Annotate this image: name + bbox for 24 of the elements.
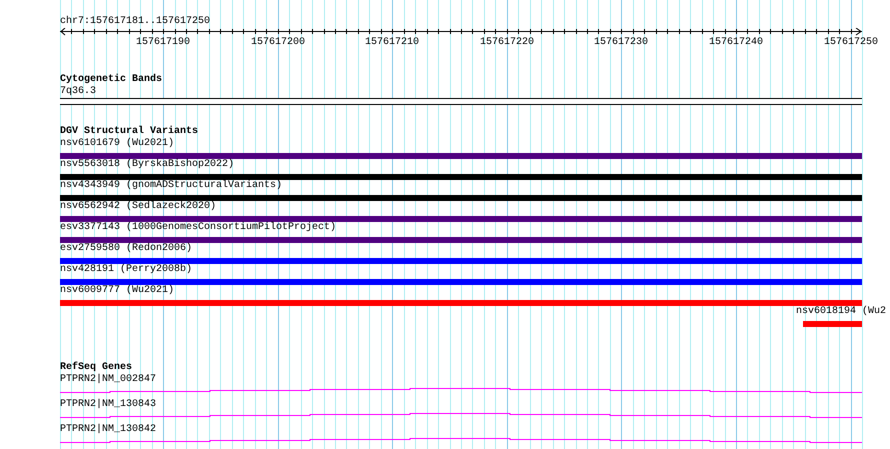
track-title: Cytogenetic Bands <box>60 74 162 86</box>
gene-label: PTPRN2|NM_130843 <box>60 399 156 411</box>
variant-label: nsv428191 (Perry2008b) <box>60 264 192 276</box>
ruler-label: 157617210 <box>365 37 419 48</box>
ruler-label: 157617190 <box>136 37 190 48</box>
gene-label: PTPRN2|NM_002847 <box>60 374 156 386</box>
variant-label: esv3377143 (1000GenomesConsortiumPilotProject) <box>60 222 336 234</box>
gene-label: PTPRN2|NM_130842 <box>60 424 156 436</box>
ruler-label: 157617240 <box>709 37 763 48</box>
band-label: 7q36.3 <box>60 86 96 98</box>
variant-label: nsv5563018 (ByrskaBishop2022) <box>60 159 234 171</box>
variant-label: nsv6009777 (Wu2021) <box>60 285 174 297</box>
location-label: chr7:157617181..157617250 <box>60 16 210 28</box>
track-title: DGV Structural Variants <box>60 126 198 138</box>
ruler-label: 157617220 <box>480 37 534 48</box>
ruler-label: 157617250 <box>824 37 878 48</box>
track-title: RefSeq Genes <box>60 362 132 374</box>
ruler-label: 157617200 <box>251 37 305 48</box>
variant-label: nsv4343949 (gnomADStructuralVariants) <box>60 180 282 192</box>
variant-label: nsv6101679 (Wu2021) <box>60 138 174 150</box>
variant-label: nsv6018194 (Wu2 <box>796 306 886 318</box>
variant-label: nsv6562942 (Sedlazeck2020) <box>60 201 216 213</box>
variant-label: esv2759580 (Redon2006) <box>60 243 192 255</box>
ruler-label: 157617230 <box>594 37 648 48</box>
